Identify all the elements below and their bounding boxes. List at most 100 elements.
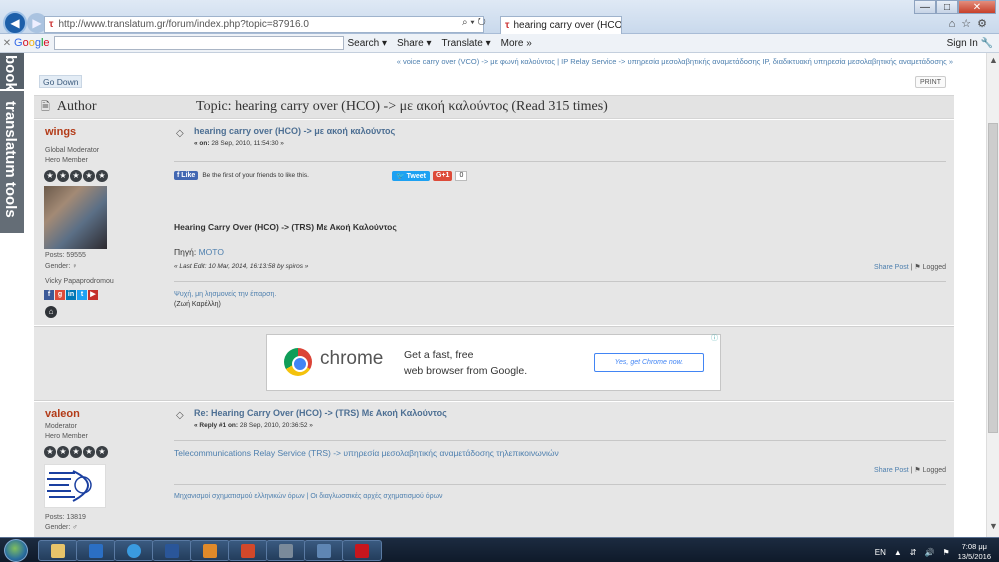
app-icon: [317, 543, 331, 558]
taskbar-app-orange[interactable]: [190, 540, 230, 561]
app-icon: [241, 543, 255, 558]
gplus-button[interactable]: G+1: [433, 171, 453, 181]
topic-header-bar: 🗎 Author Topic: hearing carry over (HCO)…: [34, 95, 954, 119]
home-icon[interactable]: ⌂: [949, 18, 962, 30]
sidebar-book-tab[interactable]: book: [0, 53, 24, 91]
volume-icon[interactable]: 🔊: [924, 548, 934, 557]
share-post-link[interactable]: Share Post: [874, 467, 909, 474]
taskbar-ie[interactable]: [114, 540, 154, 561]
post-date: « on: 28 Sep, 2010, 11:54:30 »: [194, 140, 284, 147]
dropdown-icon[interactable]: ▾: [470, 17, 474, 28]
post-actions: Share Post | ⚑ Logged: [874, 467, 946, 474]
username-link[interactable]: wings: [45, 126, 76, 138]
post-count: Posts: 13819: [45, 514, 86, 521]
taskbar-word[interactable]: [152, 540, 192, 561]
share-post-link[interactable]: Share Post: [874, 264, 909, 271]
user-role: Global Moderator: [45, 147, 100, 154]
ad-cta-button[interactable]: Yes, get Chrome now.: [594, 353, 704, 372]
taskbar-acrobat[interactable]: [342, 540, 382, 561]
signature-link-2[interactable]: Οι διαγλωσσικές αρχές σχηματισμού όρων: [310, 493, 442, 500]
address-url[interactable]: http://www.translatum.gr/forum/index.php…: [58, 19, 308, 30]
star-icon: ★: [96, 170, 108, 182]
tray-expand-icon[interactable]: ▲: [894, 548, 902, 557]
facebook-like-button[interactable]: f Like: [174, 171, 199, 180]
taskbar-app-gray[interactable]: [266, 540, 306, 561]
post-body-link[interactable]: Telecommunications Relay Service (TRS) -…: [174, 448, 559, 458]
post-content-area: ◇ hearing carry over (HCO) -> με ακοή κα…: [174, 120, 946, 325]
taskbar-app-blue[interactable]: [304, 540, 344, 561]
minimize-button[interactable]: —: [914, 0, 936, 14]
rank-stars: ★ ★ ★ ★ ★: [44, 170, 108, 182]
topic-title: Topic: hearing carry over (HCO) -> με ακ…: [196, 99, 608, 114]
twitter-icon[interactable]: t: [77, 290, 87, 300]
signature-link-1[interactable]: Μηχανισμοί σχηματισμού ελληνικών όρων: [174, 493, 305, 500]
clock[interactable]: 7:08 μμ 13/5/2016: [958, 542, 991, 562]
browser-tab[interactable]: τ hearing carry over (HCO) -... ✕: [500, 16, 622, 34]
google-search-input[interactable]: [53, 36, 344, 50]
taskbar-explorer[interactable]: [38, 540, 78, 561]
post-actions: Share Post | ⚑ Logged: [874, 264, 946, 271]
google-search-button[interactable]: Search ▾: [348, 38, 388, 49]
topic-nav-links[interactable]: « voice carry over (VCO) -> με φωνή καλο…: [397, 57, 953, 66]
search-icon[interactable]: ⌕: [462, 17, 468, 28]
google-share-button[interactable]: Share ▾: [397, 38, 432, 49]
post-1: wings Global Moderator Hero Member ★ ★ ★ ★ ★…: [34, 120, 954, 325]
facebook-like: f Like Be the first of your friends to l…: [174, 171, 309, 180]
taskbar-media[interactable]: [76, 540, 116, 561]
linkedin-icon[interactable]: in: [66, 290, 76, 300]
star-icon: ★: [44, 446, 56, 458]
googleplus-icon[interactable]: g: [55, 290, 65, 300]
member-type: Hero Member: [45, 157, 88, 164]
scroll-up-icon[interactable]: ▲: [987, 55, 999, 69]
google-signin-link[interactable]: Sign In 🔧: [947, 38, 993, 49]
star-icon: ★: [96, 446, 108, 458]
translatum-sidebar[interactable]: book translatum tools: [0, 53, 24, 233]
separator: [174, 281, 946, 282]
website-home-icon[interactable]: ⌂: [45, 306, 57, 318]
scroll-down-icon[interactable]: ▼: [987, 521, 999, 535]
post-subject-link[interactable]: Re: Hearing Carry Over (HCO) -> (TRS) Με…: [194, 408, 447, 418]
network-icon[interactable]: ⇵: [910, 548, 917, 557]
real-name: Vicky Papaprodromou: [45, 278, 114, 285]
google-more-button[interactable]: More »: [501, 38, 532, 49]
settings-gear-icon[interactable]: ⚙: [977, 18, 993, 30]
facebook-icon[interactable]: f: [44, 290, 54, 300]
internet-explorer-icon: [127, 543, 141, 558]
address-bar[interactable]: τ http://www.translatum.gr/forum/index.p…: [44, 16, 484, 33]
address-tools[interactable]: ⌕ ▾ ↻: [462, 17, 486, 28]
app-icon: [279, 543, 293, 558]
youtube-icon[interactable]: ▶: [88, 290, 98, 300]
star-icon: ★: [44, 170, 56, 182]
source-link[interactable]: ΜΟΤΟ: [199, 247, 224, 257]
flag-icon[interactable]: ⚑: [942, 548, 949, 557]
refresh-icon[interactable]: ↻: [477, 17, 485, 28]
toolbar-close-icon[interactable]: ✕: [0, 38, 14, 49]
adchoices-icon[interactable]: ⓘ: [710, 334, 719, 343]
go-down-button[interactable]: Go Down: [39, 75, 83, 88]
ad-brand: chrome: [320, 348, 384, 369]
close-button[interactable]: ✕: [958, 0, 996, 14]
gender: Gender: ♂: [45, 524, 78, 531]
start-button[interactable]: [4, 539, 28, 562]
back-button[interactable]: ◀: [3, 11, 27, 35]
media-player-icon: [89, 543, 103, 558]
maximize-button[interactable]: □: [936, 0, 958, 14]
tweet-button[interactable]: 🐦 Tweet: [392, 171, 430, 181]
username-link[interactable]: valeon: [45, 408, 80, 420]
twitter-icon: 🐦: [396, 173, 405, 180]
language-indicator[interactable]: EN: [875, 548, 886, 557]
google-translate-button[interactable]: Translate ▾: [442, 38, 491, 49]
page-content: « voice carry over (VCO) -> με φωνή καλο…: [33, 53, 955, 537]
post-subject-link[interactable]: hearing carry over (HCO) -> με ακοή καλο…: [194, 126, 395, 136]
rank-stars: ★ ★ ★ ★ ★: [44, 446, 108, 458]
wrench-icon[interactable]: 🔧: [981, 38, 993, 49]
favorites-star-icon[interactable]: ☆: [961, 18, 977, 30]
advertisement-row: chrome Get a fast, free web browser from…: [34, 326, 954, 401]
page-scrollbar[interactable]: ▲ ▼: [986, 53, 999, 537]
print-button[interactable]: PRINT: [915, 76, 946, 88]
taskbar-app-red[interactable]: [228, 540, 268, 561]
gender: Gender: ♀: [45, 263, 78, 270]
chrome-ad[interactable]: chrome Get a fast, free web browser from…: [266, 334, 721, 391]
separator: [174, 161, 946, 162]
scrollbar-thumb[interactable]: [988, 123, 998, 433]
